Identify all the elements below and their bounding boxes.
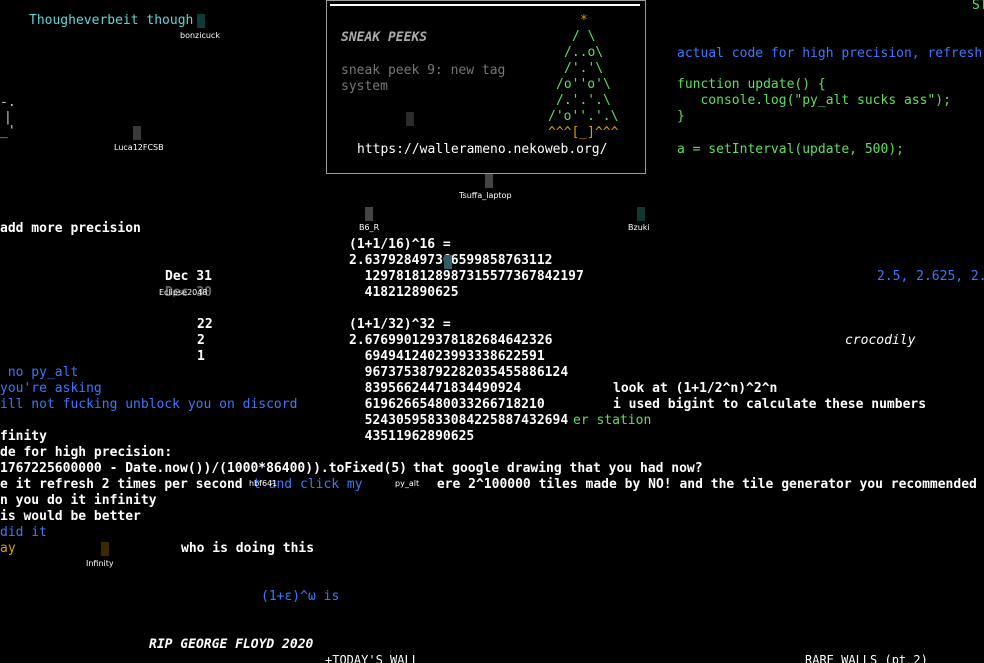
- wall-text: no py_alt: [0, 365, 79, 380]
- wall-text: ay: [0, 541, 16, 556]
- wall-text-series: 2.5, 2.625, 2.: [877, 269, 984, 284]
- math-title: (1+1/16)^16 =: [349, 237, 451, 252]
- wall-url-link[interactable]: https://wallerameno.nekoweb.org/: [357, 142, 607, 158]
- wall-text-fragment: ST: [972, 0, 984, 13]
- cursor-marker: [406, 112, 414, 126]
- math-digits: 52430595833084225887432694: [349, 413, 569, 428]
- edge-glyph: _': [0, 124, 16, 139]
- math-digits: 1297818128987315577367842197: [349, 269, 584, 284]
- sneak-peeks-title: SNEAK PEEKS: [341, 30, 428, 45]
- math-digits: 43511962890625: [349, 429, 475, 444]
- edge-glyph: -.: [0, 95, 16, 110]
- wall-text: RIP GEORGE FLOYD 2020: [149, 637, 314, 652]
- math-digits: 96737538792282035455886124: [349, 365, 569, 380]
- wall-number: 22: [197, 317, 213, 332]
- rare-walls-header: RARE WALLS (pt 2): [805, 654, 928, 663]
- math-digits: 61962665480033266718210: [349, 397, 545, 412]
- wall-text: ill not fucking unblock you on discord: [0, 397, 298, 412]
- code-line: a = setInterval(update, 500);: [677, 142, 904, 157]
- cursor-bzuki-marker: [637, 207, 645, 221]
- code-comment: actual code for high precision, refresh: [677, 46, 983, 61]
- wall-number: 1: [197, 349, 205, 364]
- wall-text-though: Thougheverbeit though: [29, 13, 194, 28]
- cursor-luca-marker: [133, 126, 141, 140]
- math-digits: 83956624471834490924: [349, 381, 522, 396]
- math-digits: 2.676990129378182684642326: [349, 333, 553, 348]
- wall-text-formula: 1767225600000 - Date.now())/(1000*86400)…: [0, 461, 407, 476]
- tree-line: /'o''.'.\: [548, 109, 619, 124]
- wall-text: ere 2^100000 tiles made by NO! and the t…: [429, 477, 977, 492]
- tree-line: *: [580, 13, 588, 28]
- wall-number: 2: [197, 333, 205, 348]
- wall-text: e it refresh 2 times per second: [0, 477, 243, 492]
- cursor-bonzicuck-marker: [197, 14, 205, 28]
- wall-text: i used bigint to calculate these numbers: [613, 397, 927, 412]
- code-line: function update() {: [677, 77, 826, 92]
- wall-text: who is doing this: [181, 541, 315, 556]
- wall-text: (1+ε)^ω is: [261, 589, 340, 604]
- sneak-peeks-panel: SNEAK PEEKS sneak peek 9: new tag system…: [326, 0, 646, 174]
- cursor-label: Tsuffa_laptop: [459, 191, 512, 200]
- code-line: console.log("py_alt sucks ass");: [677, 93, 951, 108]
- sneak-peek-line: system: [341, 79, 388, 94]
- tree-line: /o''o'\: [556, 77, 611, 92]
- cursor-label: hbf641: [249, 479, 278, 488]
- wall-text: n you do it infinity: [0, 493, 157, 508]
- cursor-label: Infinity: [86, 559, 114, 568]
- wall-text: add more precision: [0, 221, 141, 236]
- tree-line: /'.'\: [564, 61, 604, 76]
- wall-text: look at (1+1/2^n)^2^n: [613, 381, 778, 396]
- panel-top-rule: [330, 4, 640, 6]
- wall-text: you're asking: [0, 381, 102, 396]
- cursor-b6r-marker: [365, 207, 373, 221]
- ascii-tree: * / \ /..o\ /'.'\ /o''o'\ /.'.'.\ /'o''.…: [544, 13, 618, 141]
- wall-text: did it: [0, 525, 47, 540]
- cursor-infinity-marker: [101, 542, 109, 556]
- wall-text: crocodily: [845, 333, 916, 348]
- wall-text: er station: [573, 413, 652, 428]
- tree-line: / \: [572, 29, 596, 44]
- todays-wall-header: +TODAY'S WALL_____________________: [325, 654, 571, 663]
- cursor-label: Luca12FCSB: [114, 143, 164, 152]
- tree-line: ^^^[_]^^^: [548, 125, 619, 140]
- cursor-label: py_alt: [395, 479, 420, 488]
- cursor-label: Eclipse2048: [159, 288, 208, 297]
- tree-line: /.'.'.\: [556, 93, 611, 108]
- wall-text: de for high precision:: [0, 445, 173, 460]
- code-line: }: [677, 109, 685, 124]
- cursor-label: Bzuki: [628, 223, 650, 232]
- cursor-label: bonzicuck: [180, 31, 220, 40]
- math-digits: 69494124023993338622591: [349, 349, 545, 364]
- wall-text: is would be better: [0, 509, 141, 524]
- tree-line: /..o\: [564, 45, 604, 60]
- wall-text: that google drawing that you had now?: [413, 461, 703, 476]
- cursor-marker: [444, 255, 452, 269]
- math-title: (1+1/32)^32 =: [349, 317, 451, 332]
- cursor-label: B6_R: [359, 223, 380, 232]
- wall-text: finity: [0, 429, 47, 444]
- sneak-peek-line: sneak peek 9: new tag: [341, 63, 506, 78]
- math-digits: 418212890625: [349, 285, 459, 300]
- cursor-tsuffa-marker: [485, 174, 493, 188]
- wall-text-date: Dec 31: [165, 269, 212, 284]
